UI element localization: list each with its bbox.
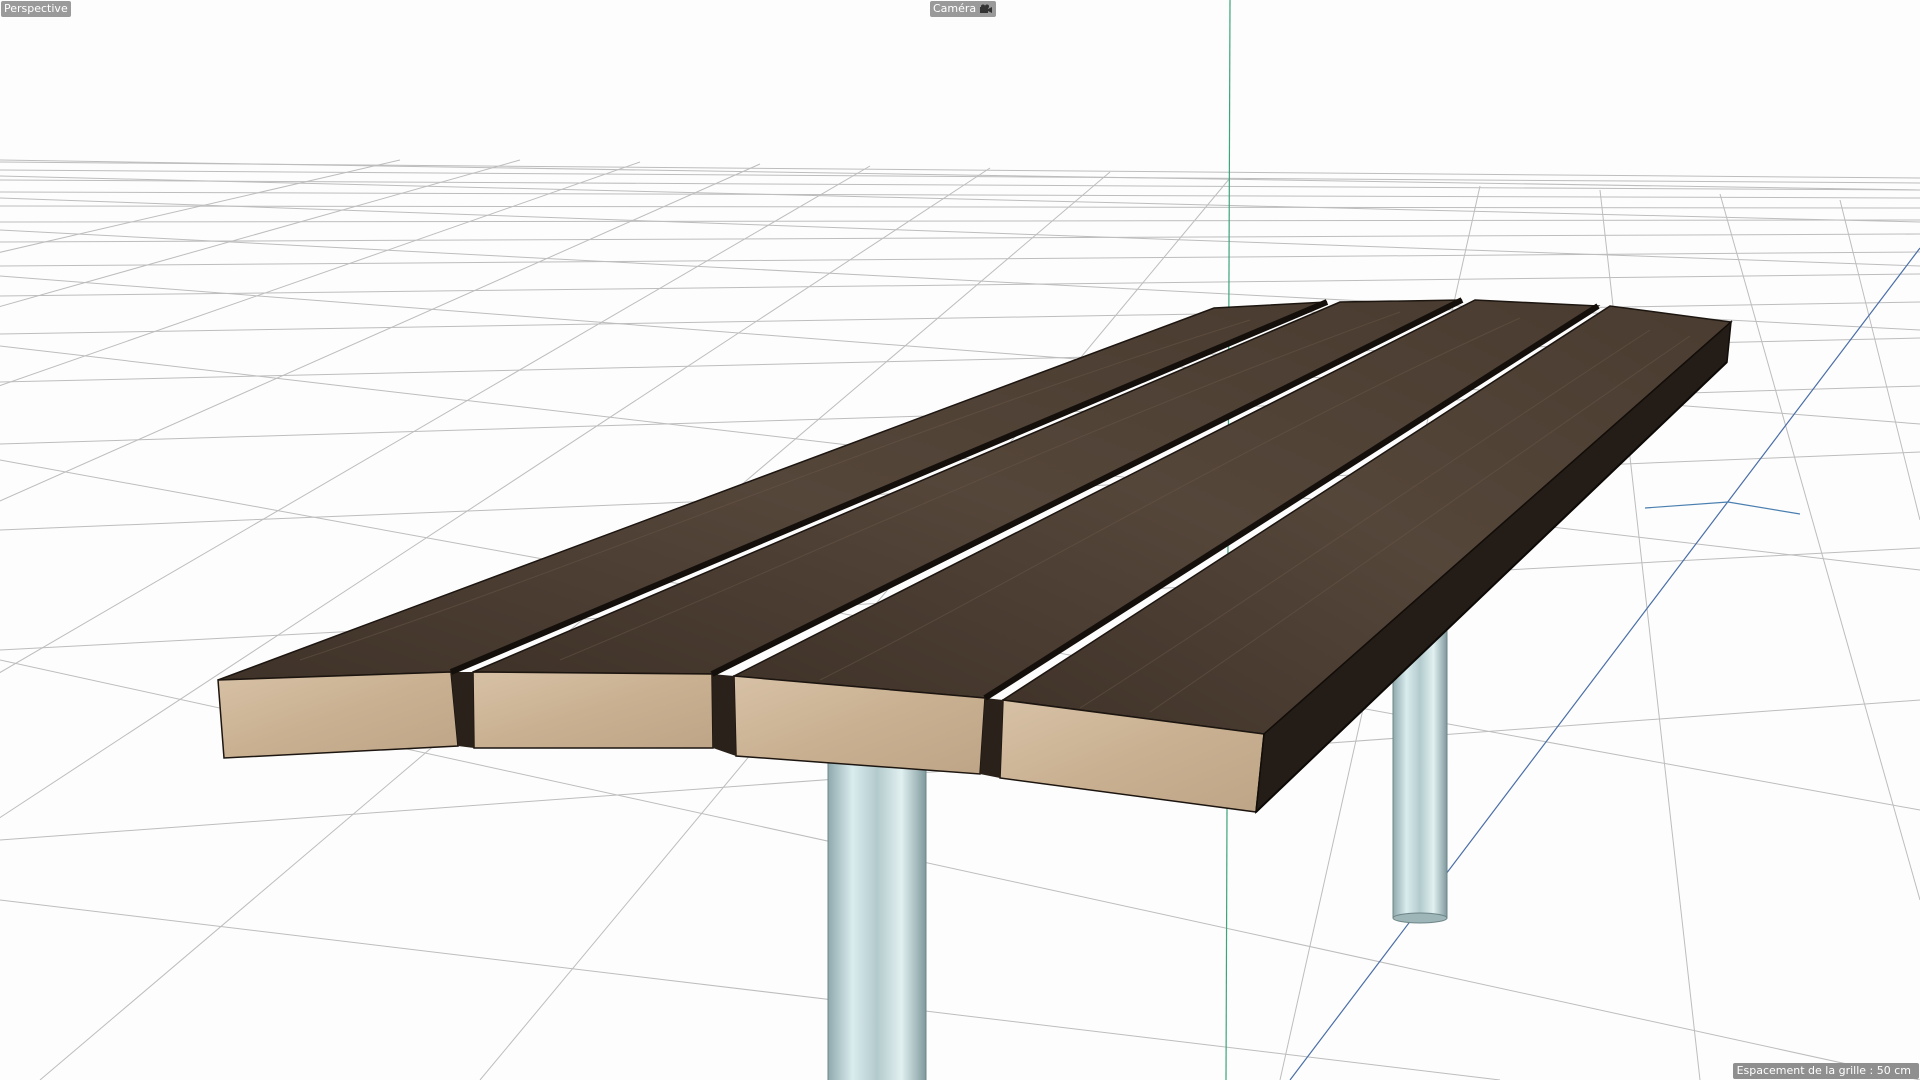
grid-spacing-readout: Espacement de la grille : 50 cm xyxy=(1732,1063,1919,1079)
3d-viewport[interactable]: Perspective Caméra Espacement de la gril… xyxy=(0,0,1920,1080)
scene-canvas[interactable] xyxy=(0,0,1920,1080)
camera-label[interactable]: Caméra xyxy=(930,1,997,17)
plank-2-end xyxy=(472,671,714,749)
bench-leg-front xyxy=(827,754,927,1080)
bench-seat xyxy=(217,297,1733,814)
camera-label-text: Caméra xyxy=(933,2,977,15)
view-mode-label[interactable]: Perspective xyxy=(1,1,71,17)
plank-1-end xyxy=(217,671,459,759)
camera-icon[interactable] xyxy=(979,4,993,14)
